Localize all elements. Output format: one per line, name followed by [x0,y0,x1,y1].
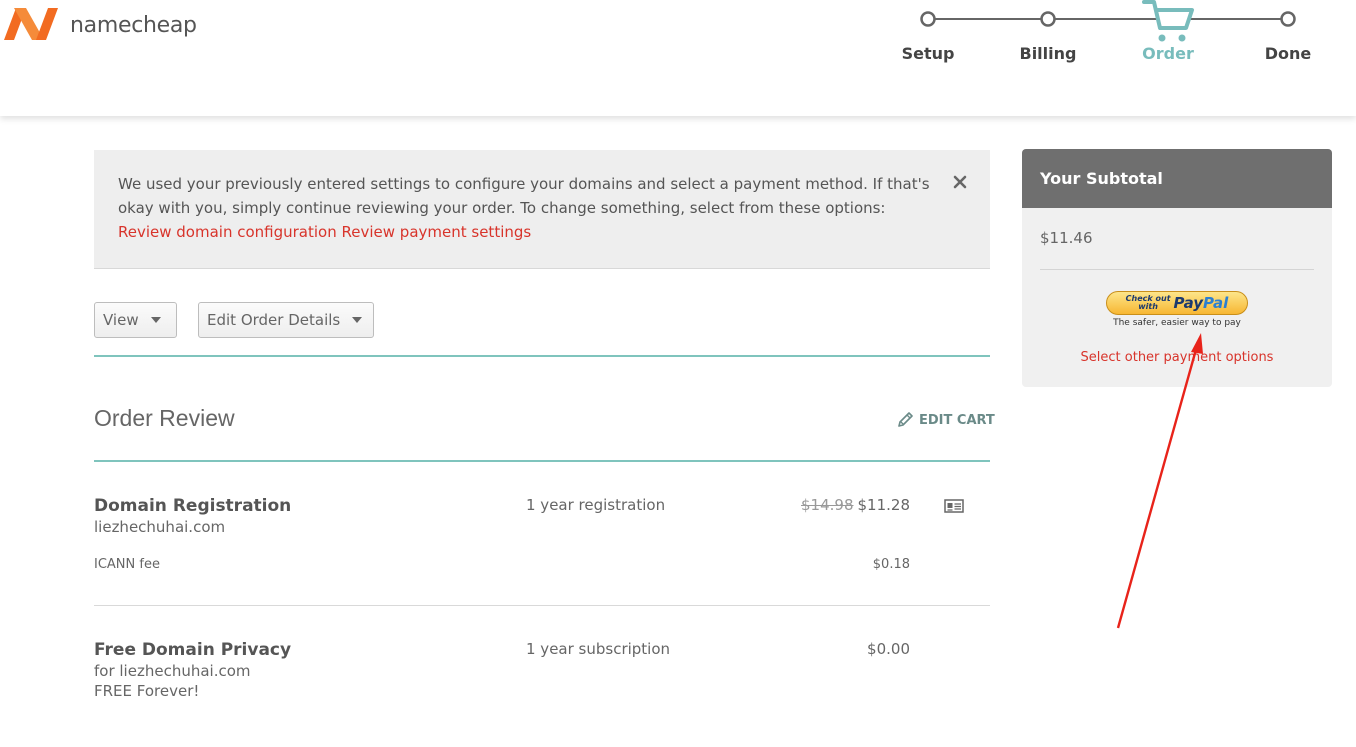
namecheap-logo[interactable]: namecheap [0,4,197,42]
step-billing: Billing [1019,44,1077,63]
paypal-tagline: The safer, easier way to pay [1113,318,1241,328]
item-domain: liezhechuhai.com [94,518,226,536]
cart-icon [1142,0,1194,42]
divider [1040,269,1314,270]
brand-name: namecheap [70,12,197,38]
review-domain-configuration-link[interactable]: Review domain configuration [118,223,337,241]
step-setup: Setup [901,44,955,63]
paypal-checkout-text: Check out with [1125,294,1171,311]
divider [94,460,990,462]
subtotal-panel: Your Subtotal $11.46 Check out with PayP… [1022,149,1332,387]
progress-track [920,0,1296,42]
edit-order-details-label: Edit Order Details [207,311,341,329]
item-note: FREE Forever! [94,682,200,700]
icann-fee-label: ICANN fee [94,557,160,572]
item-subtitle: for liezhechuhai.com [94,662,251,680]
subtotal-amount: $11.46 [1040,229,1093,247]
item-old-price: $14.98 [801,496,854,514]
paypal-checkout-button[interactable]: Check out with PayPal [1106,291,1248,315]
view-dropdown-label: View [103,311,139,329]
icann-fee-price: $0.18 [872,557,910,572]
edit-order-details-dropdown[interactable]: Edit Order Details [198,302,374,338]
pencil-icon [898,412,913,427]
close-icon[interactable] [952,174,968,190]
id-card-icon[interactable] [944,498,964,514]
item-term: 1 year subscription [526,640,671,658]
namecheap-logo-icon [4,8,58,40]
edit-cart-link[interactable]: EDIT CART [897,412,995,428]
step-order: Order [1142,44,1194,63]
chevron-down-icon [150,317,161,323]
notice-text: We used your previously entered settings… [118,175,930,217]
item-new-price: $11.28 [857,496,911,514]
order-review-title: Order Review [94,405,235,431]
item-price: $0.00 [867,640,910,658]
configuration-notice: We used your previously entered settings… [94,150,990,269]
item-term: 1 year registration [526,496,666,514]
item-title-domain-registration: Domain Registration [94,496,292,516]
paypal-logo: PayPal [1173,294,1229,312]
item-title-free-domain-privacy: Free Domain Privacy [94,640,292,660]
subtotal-title: Your Subtotal [1022,149,1332,208]
view-dropdown[interactable]: View [94,302,177,338]
divider [94,605,990,606]
checkout-progress: Setup Billing Order Done [880,0,1320,90]
edit-cart-label: EDIT CART [919,412,995,428]
review-payment-settings-link[interactable]: Review payment settings [342,223,532,241]
divider [94,355,990,357]
site-header: namecheap Setup Billing Order Done [0,0,1356,116]
item-price: $14.98 $11.28 [760,496,910,514]
select-other-payment-options-link[interactable]: Select other payment options [1022,350,1332,365]
chevron-down-icon [352,317,363,323]
step-done: Done [1264,44,1312,63]
